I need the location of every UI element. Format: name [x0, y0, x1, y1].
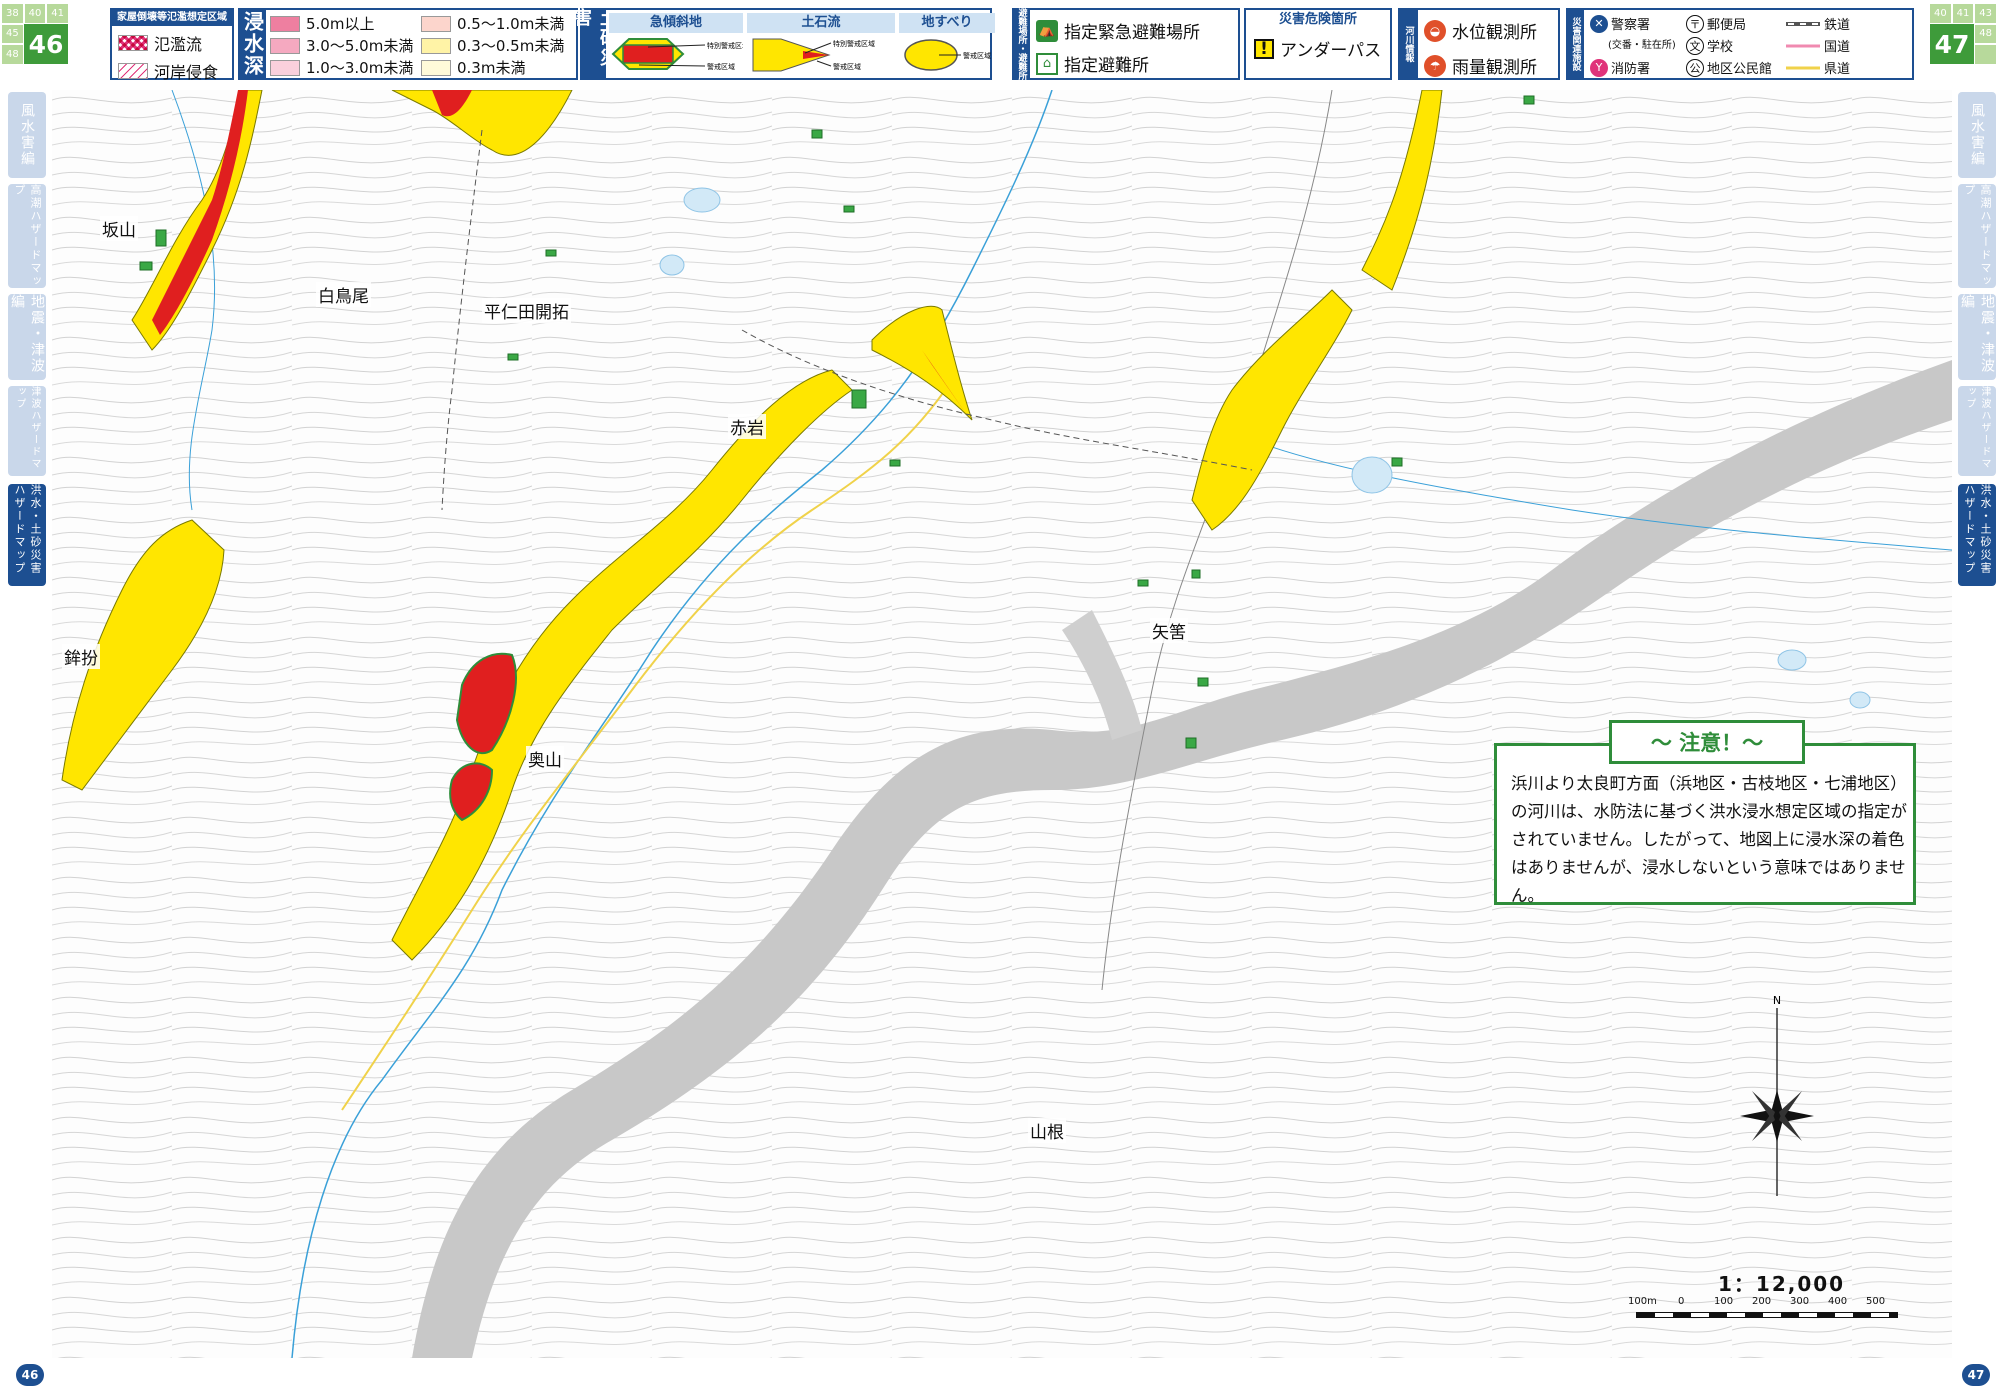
steep-slope-symbol: 特別警戒区域 警戒区域 [611, 38, 749, 71]
page-badge-left: 38 40 41 45 47 48 46 [2, 4, 68, 64]
designated-shelter-icon: ⌂ [1036, 52, 1058, 75]
water-level-station-icon: ◒ [1424, 19, 1446, 42]
place-name: 平仁田開拓 [482, 298, 571, 323]
side-tab[interactable]: 津波ハザードマップ [8, 386, 46, 476]
side-tab-active[interactable]: 洪水・土砂災害ハザードマップ [1958, 484, 1996, 586]
legend-label: 氾濫流 [154, 35, 203, 54]
mini-page: 40 [1930, 4, 1951, 23]
underpass-warning-icon: ! [1254, 38, 1274, 59]
pond [1849, 691, 1871, 709]
prefectural-road-swatch [1786, 66, 1820, 69]
scale-bar: 100m 0 100 200 300 400 500 [1628, 1286, 1898, 1326]
svg-text:警戒区域: 警戒区域 [833, 62, 861, 71]
legend-item-overflow: 氾濫流 [118, 31, 232, 55]
mini-page: 48 [2, 45, 23, 64]
caution-notice: ～ 注意！～ 浜川より太良町方面（浜地区・古枝地区・七浦地区）の河川は、水防法に… [1494, 720, 1916, 905]
overflow-swatch [118, 35, 148, 51]
steep-special-label: 特別警戒区域 [707, 41, 743, 50]
legend-river: ◒ 水位観測所 ☂ 雨量観測所 [1418, 8, 1560, 80]
place-name: 坂山 [100, 216, 138, 241]
sediment-col-landslide: 地すべり 警戒区域 [899, 13, 995, 79]
page-number-badge: 47 [1930, 24, 1974, 64]
side-tab[interactable]: 津波ハザードマップ [1958, 386, 1996, 476]
place-name: 奥山 [526, 746, 564, 771]
steep-warning-label: 警戒区域 [707, 62, 735, 71]
side-tab[interactable]: 地震・津波編 [8, 294, 46, 380]
legend-depth-item: 3.0～5.0m未満 [270, 35, 421, 56]
debris-flow-symbol: 特別警戒区域 警戒区域 [752, 38, 875, 72]
legend-depth-item: 0.3m未満 [421, 57, 572, 78]
legend-sediment-heading: 土砂災害 [571, 8, 618, 80]
emergency-evacuation-site-icon: ⛺ [1036, 19, 1058, 42]
place-name: 白鳥尾 [316, 282, 371, 307]
legend-danger: 災害危険箇所 ! アンダーパス [1244, 8, 1392, 80]
community-hall-icon: 公 [1686, 58, 1704, 77]
side-tab[interactable]: 高潮ハザードマップ [8, 184, 46, 288]
mini-page: 48 [1975, 24, 1996, 44]
legend-facilities-heading: 災害関連施設 [1566, 8, 1586, 80]
legend-sediment: 急傾斜地 特別警戒区域 警戒区域 土石流 特別警戒区域 警戒区域 地すべ [606, 8, 995, 80]
caution-body: 浜川より太良町方面（浜地区・古枝地区・七浦地区）の河川は、水防法に基づく洪水浸水… [1511, 774, 1907, 905]
place-name: 山根 [1028, 1118, 1066, 1143]
side-tab[interactable]: 地震・津波編 [1958, 294, 1996, 380]
legend-facilities: ✕ 警察署 〒郵便局 鉄道 (交番・駐在所) 文学校 国道 Y 消防署 公地区公民館… [1584, 8, 1914, 80]
place-name: 鉾扮 [62, 644, 100, 669]
place-name: 矢筈 [1150, 618, 1188, 643]
post-office-icon: 〒 [1686, 14, 1704, 33]
legend-river-heading: 河川情報 [1398, 8, 1420, 80]
svg-text:警戒区域: 警戒区域 [963, 51, 991, 60]
pond [659, 254, 685, 276]
legend-item-bank-erosion: 河岸侵食 [118, 59, 232, 83]
legend-depth-item: 5.0m以上 [270, 13, 421, 34]
north-arrow-icon: N [1740, 994, 1814, 1196]
mini-page: 41 [47, 4, 68, 23]
sediment-col-steep: 急傾斜地 特別警戒区域 警戒区域 [609, 13, 749, 79]
mini-page: 45 [2, 24, 23, 44]
legend-depth-item: 0.3～0.5m未満 [421, 35, 572, 56]
legend-depth-item: 0.5～1.0m未満 [421, 13, 572, 34]
place-name: 赤岩 [728, 414, 766, 439]
side-tab-active[interactable]: 洪水・土砂災害ハザードマップ [8, 484, 46, 586]
legend-evacuation: ⛺ 指定緊急避難場所 ⌂ 指定避難所 [1030, 8, 1240, 80]
legend-depth-item: 1.0～3.0m未満 [270, 57, 421, 78]
legend-inundation: 5.0m以上 0.5～1.0m未満 3.0～5.0m未満 0.3～0.5m未満 … [266, 8, 578, 80]
mini-page: 43 [1975, 4, 1996, 23]
legend-label: 河岸侵食 [154, 63, 219, 82]
school-icon: 文 [1686, 36, 1704, 55]
police-icon: ✕ [1590, 14, 1608, 33]
sediment-col-debris: 土石流 特別警戒区域 警戒区域 [747, 13, 895, 79]
pond [1351, 456, 1393, 494]
page-number-right: 47 [1962, 1364, 1990, 1386]
pond [1777, 649, 1807, 671]
legend-house-collapse: 家屋倒壊等氾濫想定区域 氾濫流 河岸侵食 [110, 8, 234, 83]
svg-text:特別警戒区域: 特別警戒区域 [833, 39, 875, 48]
north-label: N [1773, 994, 1781, 1007]
legend-house-collapse-title: 家屋倒壊等氾濫想定区域 [112, 10, 232, 26]
pond [683, 187, 721, 213]
fire-station-icon: Y [1590, 58, 1608, 77]
caution-title: ～ 注意！～ [1609, 720, 1805, 764]
mini-page: 40 [24, 4, 46, 23]
side-tab[interactable]: 風水害編 [8, 92, 46, 178]
national-road-swatch [1786, 44, 1820, 47]
rain-gauge-station-icon: ☂ [1424, 54, 1446, 77]
railway-line-swatch [1786, 21, 1820, 26]
mini-page: 41 [1952, 4, 1974, 23]
side-tab[interactable]: 高潮ハザードマップ [1958, 184, 1996, 288]
landslide-symbol: 警戒区域 [904, 39, 991, 71]
bank-erosion-swatch [118, 63, 148, 79]
legend-inundation-heading: 浸水深 [238, 8, 268, 80]
mini-page: 38 [2, 4, 23, 23]
page-badge-right: 40 41 43 46 48 47 [1930, 4, 1996, 64]
side-tab[interactable]: 風水害編 [1958, 92, 1996, 178]
page-number-badge: 46 [24, 24, 68, 64]
page-number-left: 46 [16, 1364, 44, 1386]
legend-evacuation-heading: 避難場所・避難所 [1012, 8, 1032, 80]
